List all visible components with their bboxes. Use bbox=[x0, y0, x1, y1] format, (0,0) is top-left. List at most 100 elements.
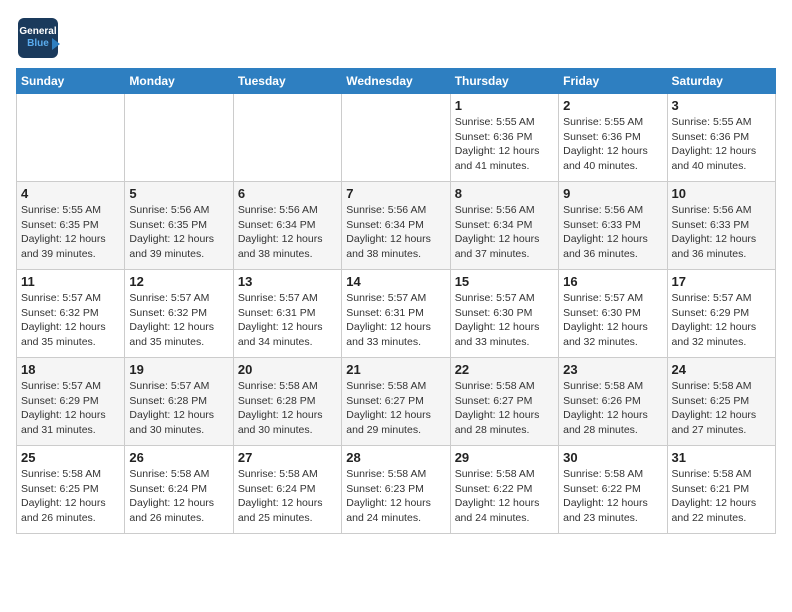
day-number: 22 bbox=[455, 362, 554, 377]
calendar-cell: 14 Sunrise: 5:57 AM Sunset: 6:31 PM Dayli… bbox=[342, 270, 450, 358]
day-info: Sunrise: 5:56 AM Sunset: 6:35 PM Dayligh… bbox=[129, 203, 228, 262]
day-number: 6 bbox=[238, 186, 337, 201]
calendar-week-row: 4Sunrise: 5:55 AM Sunset: 6:35 PM Daylig… bbox=[17, 182, 776, 270]
day-number: 11 bbox=[21, 274, 120, 289]
day-number: 5 bbox=[129, 186, 228, 201]
calendar-cell: 19 Sunrise: 5:57 AM Sunset: 6:28 PM Dayli… bbox=[125, 358, 233, 446]
calendar-cell: 26 Sunrise: 5:58 AM Sunset: 6:24 PM Dayli… bbox=[125, 446, 233, 534]
day-number: 31 bbox=[672, 450, 771, 465]
calendar-cell: 12Sunrise: 5:57 AM Sunset: 6:32 PM Dayli… bbox=[125, 270, 233, 358]
day-number: 13 bbox=[238, 274, 337, 289]
day-info: Sunrise: 5:55 AM Sunset: 6:36 PM Dayligh… bbox=[672, 115, 771, 174]
day-number: 21 bbox=[346, 362, 445, 377]
header-monday: Monday bbox=[125, 69, 233, 94]
day-info: Sunrise: 5:55 AM Sunset: 6:36 PM Dayligh… bbox=[455, 115, 554, 174]
calendar-cell bbox=[17, 94, 125, 182]
calendar-cell: 20 Sunrise: 5:58 AM Sunset: 6:28 PM Dayli… bbox=[233, 358, 341, 446]
day-info: Sunrise: 5:58 AM Sunset: 6:23 PM Dayligh… bbox=[346, 467, 445, 526]
calendar-cell: 17 Sunrise: 5:57 AM Sunset: 6:29 PM Dayli… bbox=[667, 270, 775, 358]
calendar-cell: 10 Sunrise: 5:56 AM Sunset: 6:33 PM Dayli… bbox=[667, 182, 775, 270]
day-number: 1 bbox=[455, 98, 554, 113]
day-number: 14 bbox=[346, 274, 445, 289]
calendar-cell: 25 Sunrise: 5:58 AM Sunset: 6:25 PM Dayli… bbox=[17, 446, 125, 534]
calendar-cell: 24 Sunrise: 5:58 AM Sunset: 6:25 PM Dayli… bbox=[667, 358, 775, 446]
day-number: 23 bbox=[563, 362, 662, 377]
header-saturday: Saturday bbox=[667, 69, 775, 94]
logo-icon: General Blue bbox=[16, 16, 60, 60]
day-info: Sunrise: 5:55 AM Sunset: 6:36 PM Dayligh… bbox=[563, 115, 662, 174]
calendar-cell: 2Sunrise: 5:55 AM Sunset: 6:36 PM Daylig… bbox=[559, 94, 667, 182]
day-info: Sunrise: 5:57 AM Sunset: 6:30 PM Dayligh… bbox=[455, 291, 554, 350]
day-info: Sunrise: 5:57 AM Sunset: 6:31 PM Dayligh… bbox=[346, 291, 445, 350]
day-number: 24 bbox=[672, 362, 771, 377]
calendar-cell: 31 Sunrise: 5:58 AM Sunset: 6:21 PM Dayli… bbox=[667, 446, 775, 534]
day-number: 4 bbox=[21, 186, 120, 201]
day-number: 26 bbox=[129, 450, 228, 465]
header-thursday: Thursday bbox=[450, 69, 558, 94]
calendar-cell: 1 Sunrise: 5:55 AM Sunset: 6:36 PM Daylig… bbox=[450, 94, 558, 182]
calendar-cell bbox=[233, 94, 341, 182]
calendar-week-row: 1 Sunrise: 5:55 AM Sunset: 6:36 PM Daylig… bbox=[17, 94, 776, 182]
day-info: Sunrise: 5:57 AM Sunset: 6:30 PM Dayligh… bbox=[563, 291, 662, 350]
day-number: 30 bbox=[563, 450, 662, 465]
day-number: 16 bbox=[563, 274, 662, 289]
calendar-cell: 27 Sunrise: 5:58 AM Sunset: 6:24 PM Dayli… bbox=[233, 446, 341, 534]
day-info: Sunrise: 5:56 AM Sunset: 6:33 PM Dayligh… bbox=[672, 203, 771, 262]
day-number: 20 bbox=[238, 362, 337, 377]
day-number: 12 bbox=[129, 274, 228, 289]
day-info: Sunrise: 5:56 AM Sunset: 6:34 PM Dayligh… bbox=[346, 203, 445, 262]
calendar-cell bbox=[125, 94, 233, 182]
calendar-cell: 8Sunrise: 5:56 AM Sunset: 6:34 PM Daylig… bbox=[450, 182, 558, 270]
header-wednesday: Wednesday bbox=[342, 69, 450, 94]
day-number: 25 bbox=[21, 450, 120, 465]
header-tuesday: Tuesday bbox=[233, 69, 341, 94]
calendar-cell: 21 Sunrise: 5:58 AM Sunset: 6:27 PM Dayli… bbox=[342, 358, 450, 446]
calendar-cell: 11Sunrise: 5:57 AM Sunset: 6:32 PM Dayli… bbox=[17, 270, 125, 358]
day-number: 18 bbox=[21, 362, 120, 377]
calendar-table: SundayMondayTuesdayWednesdayThursdayFrid… bbox=[16, 68, 776, 534]
calendar-cell: 15 Sunrise: 5:57 AM Sunset: 6:30 PM Dayli… bbox=[450, 270, 558, 358]
day-number: 7 bbox=[346, 186, 445, 201]
header-sunday: Sunday bbox=[17, 69, 125, 94]
day-number: 19 bbox=[129, 362, 228, 377]
calendar-cell: 30 Sunrise: 5:58 AM Sunset: 6:22 PM Dayli… bbox=[559, 446, 667, 534]
day-info: Sunrise: 5:57 AM Sunset: 6:31 PM Dayligh… bbox=[238, 291, 337, 350]
day-number: 28 bbox=[346, 450, 445, 465]
calendar-cell: 16 Sunrise: 5:57 AM Sunset: 6:30 PM Dayli… bbox=[559, 270, 667, 358]
day-info: Sunrise: 5:57 AM Sunset: 6:28 PM Dayligh… bbox=[129, 379, 228, 438]
day-info: Sunrise: 5:58 AM Sunset: 6:24 PM Dayligh… bbox=[129, 467, 228, 526]
day-number: 29 bbox=[455, 450, 554, 465]
calendar-cell: 18 Sunrise: 5:57 AM Sunset: 6:29 PM Dayli… bbox=[17, 358, 125, 446]
day-info: Sunrise: 5:58 AM Sunset: 6:28 PM Dayligh… bbox=[238, 379, 337, 438]
calendar-cell: 28 Sunrise: 5:58 AM Sunset: 6:23 PM Dayli… bbox=[342, 446, 450, 534]
day-number: 10 bbox=[672, 186, 771, 201]
day-info: Sunrise: 5:58 AM Sunset: 6:21 PM Dayligh… bbox=[672, 467, 771, 526]
day-info: Sunrise: 5:56 AM Sunset: 6:33 PM Dayligh… bbox=[563, 203, 662, 262]
calendar-cell: 23 Sunrise: 5:58 AM Sunset: 6:26 PM Dayli… bbox=[559, 358, 667, 446]
page-header: General Blue bbox=[16, 16, 776, 60]
day-number: 17 bbox=[672, 274, 771, 289]
calendar-cell: 5 Sunrise: 5:56 AM Sunset: 6:35 PM Daylig… bbox=[125, 182, 233, 270]
day-info: Sunrise: 5:58 AM Sunset: 6:25 PM Dayligh… bbox=[672, 379, 771, 438]
day-info: Sunrise: 5:57 AM Sunset: 6:29 PM Dayligh… bbox=[21, 379, 120, 438]
calendar-cell bbox=[342, 94, 450, 182]
calendar-cell: 9 Sunrise: 5:56 AM Sunset: 6:33 PM Daylig… bbox=[559, 182, 667, 270]
day-number: 9 bbox=[563, 186, 662, 201]
calendar-cell: 22Sunrise: 5:58 AM Sunset: 6:27 PM Dayli… bbox=[450, 358, 558, 446]
day-info: Sunrise: 5:58 AM Sunset: 6:26 PM Dayligh… bbox=[563, 379, 662, 438]
day-info: Sunrise: 5:58 AM Sunset: 6:22 PM Dayligh… bbox=[455, 467, 554, 526]
day-info: Sunrise: 5:58 AM Sunset: 6:27 PM Dayligh… bbox=[346, 379, 445, 438]
logo: General Blue bbox=[16, 16, 60, 60]
day-info: Sunrise: 5:57 AM Sunset: 6:29 PM Dayligh… bbox=[672, 291, 771, 350]
day-number: 3 bbox=[672, 98, 771, 113]
day-number: 27 bbox=[238, 450, 337, 465]
day-info: Sunrise: 5:58 AM Sunset: 6:24 PM Dayligh… bbox=[238, 467, 337, 526]
svg-text:Blue: Blue bbox=[27, 38, 49, 49]
calendar-cell: 13 Sunrise: 5:57 AM Sunset: 6:31 PM Dayli… bbox=[233, 270, 341, 358]
calendar-cell: 3 Sunrise: 5:55 AM Sunset: 6:36 PM Daylig… bbox=[667, 94, 775, 182]
day-number: 15 bbox=[455, 274, 554, 289]
day-info: Sunrise: 5:58 AM Sunset: 6:25 PM Dayligh… bbox=[21, 467, 120, 526]
svg-text:General: General bbox=[19, 26, 56, 37]
day-info: Sunrise: 5:58 AM Sunset: 6:22 PM Dayligh… bbox=[563, 467, 662, 526]
day-number: 8 bbox=[455, 186, 554, 201]
